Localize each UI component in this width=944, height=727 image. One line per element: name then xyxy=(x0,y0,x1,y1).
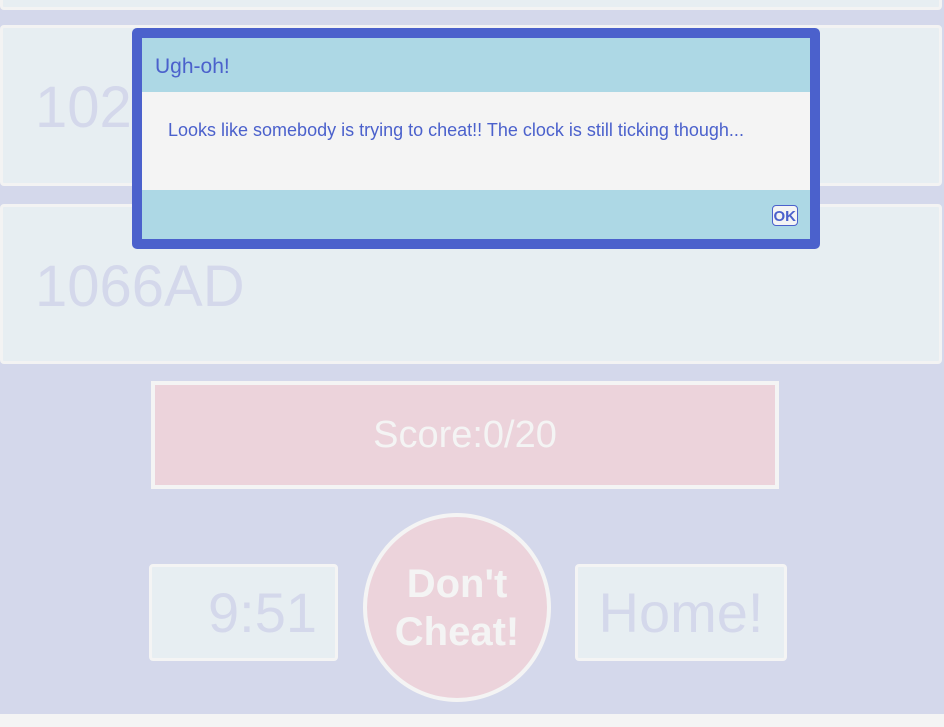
score-display: Score:0/20 xyxy=(151,381,779,489)
dialog-message: Looks like somebody is trying to cheat!!… xyxy=(168,120,744,140)
dialog-body: Looks like somebody is trying to cheat!!… xyxy=(142,92,810,190)
ok-button[interactable]: OK xyxy=(771,205,798,226)
timer-display: 9:51 xyxy=(149,564,338,661)
timer-value: 9:51 xyxy=(208,581,317,644)
cheat-warning-dialog: Ugh-oh! Looks like somebody is trying to… xyxy=(132,28,820,249)
dialog-footer: OK xyxy=(142,190,810,239)
home-label: Home! xyxy=(598,581,764,644)
answer-card-top[interactable] xyxy=(0,0,942,10)
dialog-title: Ugh-oh! xyxy=(155,55,230,78)
dont-cheat-button[interactable]: Don't Cheat! xyxy=(363,513,551,702)
cheat-label-line2: Cheat! xyxy=(394,609,520,654)
score-label: Score:0/20 xyxy=(373,413,557,456)
answer-text: 1066AD xyxy=(35,254,245,319)
home-button[interactable]: Home! xyxy=(575,564,787,661)
cheat-label-line1: Don't xyxy=(406,561,508,606)
footer-strip xyxy=(0,714,944,727)
dialog-header: Ugh-oh! xyxy=(142,38,810,92)
